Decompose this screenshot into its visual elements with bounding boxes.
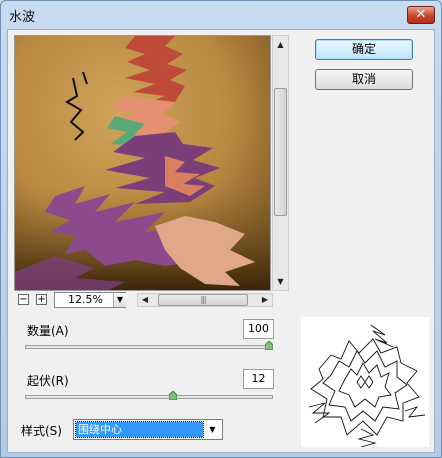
close-button[interactable]: ✕ (407, 6, 435, 24)
ridges-input[interactable]: 12 (243, 369, 274, 389)
effect-thumbnail (301, 317, 429, 447)
ripple-pattern-icon (308, 324, 426, 447)
style-label: 样式(S) (21, 424, 62, 438)
amount-input[interactable]: 100 (243, 319, 274, 339)
title-bar[interactable]: 水波 ✕ (1, 1, 441, 29)
preview-vertical-scrollbar[interactable]: ▲ ▼ (272, 35, 289, 291)
ridges-slider-thumb[interactable] (169, 391, 177, 400)
amount-label: 数量(A) (27, 324, 69, 338)
style-select[interactable]: 围绕中心 ▼ (73, 419, 223, 440)
preview-artwork (15, 36, 270, 290)
amount-slider-thumb[interactable] (265, 341, 273, 350)
scroll-right-icon[interactable]: ▶ (258, 294, 272, 306)
preview-horizontal-scrollbar[interactable]: ◀ ||| ▶ (137, 293, 273, 307)
dialog-body: ▲ ▼ − + 12.5% ▼ ◀ ||| ▶ 确定 取消 数量(A) 100 (7, 29, 435, 453)
preview-image[interactable] (14, 35, 271, 291)
window-title: 水波 (9, 10, 36, 25)
ridges-label: 起伏(R) (27, 374, 69, 388)
horizontal-scroll-thumb[interactable]: ||| (158, 294, 248, 306)
scroll-up-icon[interactable]: ▲ (273, 36, 288, 53)
style-selected-value: 围绕中心 (75, 421, 204, 438)
amount-slider-track[interactable] (25, 345, 273, 349)
cancel-button[interactable]: 取消 (315, 69, 413, 90)
zoom-dropdown-icon[interactable]: ▼ (113, 293, 126, 307)
chevron-down-icon[interactable]: ▼ (204, 421, 221, 438)
zoom-out-button[interactable]: − (18, 294, 29, 305)
ridges-slider-track[interactable] (25, 395, 273, 399)
scroll-down-icon[interactable]: ▼ (273, 273, 288, 290)
zoom-level-value: 12.5% (68, 293, 103, 306)
water-wave-dialog: 水波 ✕ ▲ ▼ − + 12.5% ▼ ◀ ||| ▶ 确定 取消 数量(A)… (0, 0, 442, 458)
zoom-in-button[interactable]: + (36, 294, 47, 305)
ok-button[interactable]: 确定 (315, 39, 413, 60)
zoom-controls: − + 12.5% ▼ ◀ ||| ▶ (14, 292, 289, 309)
scroll-left-icon[interactable]: ◀ (138, 294, 152, 306)
vertical-scroll-thumb[interactable] (274, 88, 287, 216)
